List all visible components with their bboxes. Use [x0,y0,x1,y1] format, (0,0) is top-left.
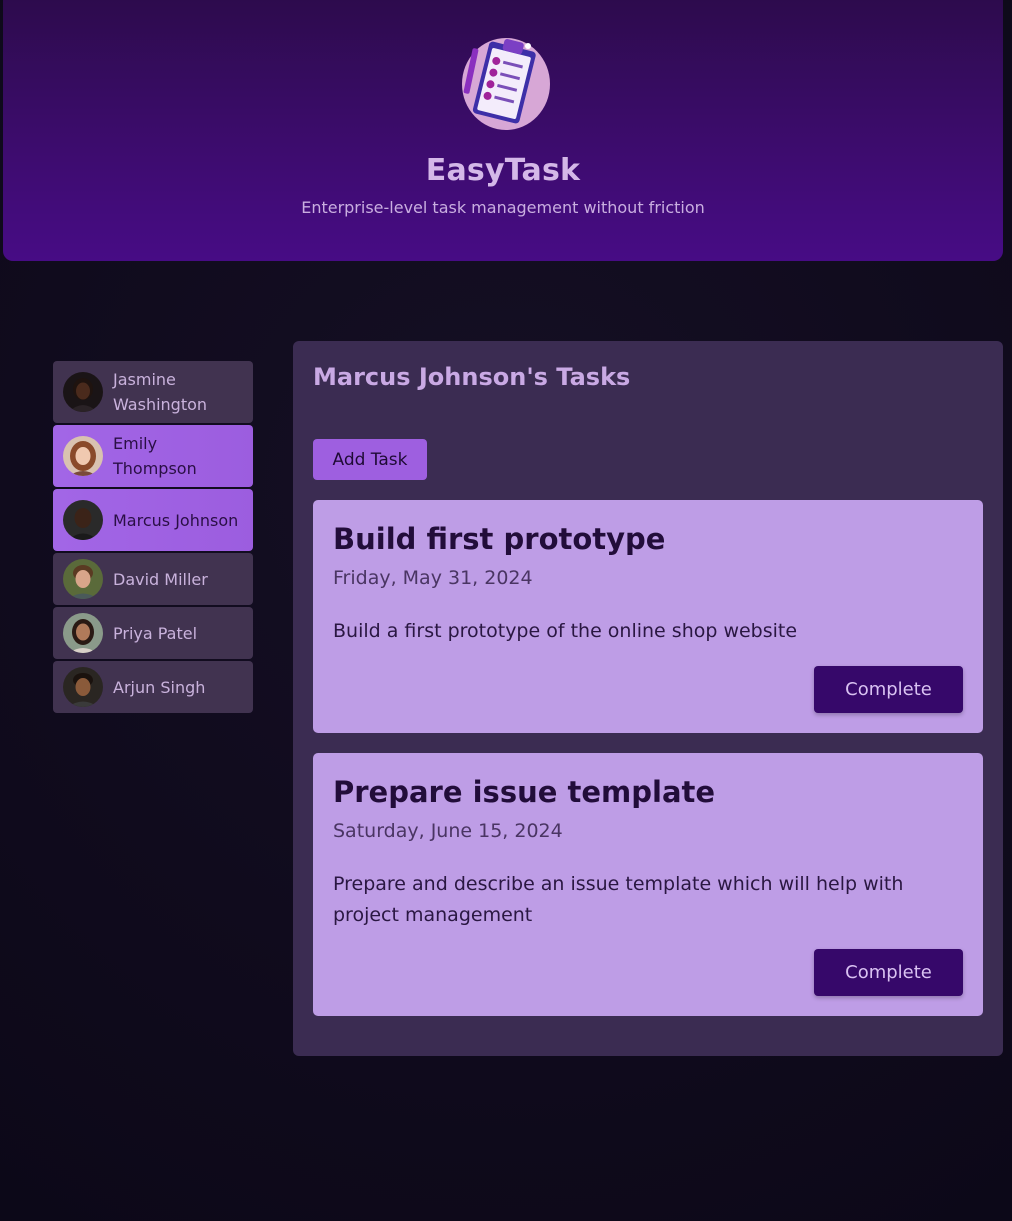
user-item-arjun-singh[interactable]: Arjun Singh [53,661,253,713]
task-card: Prepare issue template Saturday, June 15… [313,753,983,1016]
task-description: Prepare and describe an issue template w… [333,873,904,926]
task-card: Build first prototype Friday, May 31, 20… [313,500,983,733]
user-name: Marcus Johnson [113,510,239,530]
complete-button[interactable]: Complete [814,666,963,713]
tasks-title: Marcus Johnson's Tasks [313,363,631,391]
avatar [63,500,103,540]
user-item-david-miller[interactable]: David Miller [53,553,253,605]
user-list: Jasmine Washington Emily Thompson Marcus… [53,361,253,715]
task-date: Friday, May 31, 2024 [333,567,533,589]
task-title: Prepare issue template [333,775,716,809]
add-task-button[interactable]: Add Task [313,439,427,480]
user-name: Arjun Singh [113,677,206,697]
user-item-marcus-johnson[interactable]: Marcus Johnson [53,489,253,551]
app-subtitle: Enterprise-level task management without… [301,198,705,217]
user-item-jasmine-washington[interactable]: Jasmine Washington [53,361,253,423]
user-name: David Miller [113,569,208,589]
app-header: EasyTask Enterprise-level task managemen… [3,0,1003,261]
clipboard-task-list-icon [456,34,552,130]
user-name: Jasmine Washington [113,370,208,414]
avatar [63,372,103,412]
avatar [63,436,103,476]
user-name: Priya Patel [113,623,198,643]
task-description: Build a first prototype of the online sh… [333,620,798,642]
tasks-panel: Marcus Johnson's Tasks Add Task Build fi… [293,341,1003,1056]
user-name: Emily Thompson [113,434,197,478]
user-item-priya-patel[interactable]: Priya Patel [53,607,253,659]
user-item-emily-thompson[interactable]: Emily Thompson [53,425,253,487]
task-title: Build first prototype [333,522,666,556]
avatar [63,613,103,653]
complete-button[interactable]: Complete [814,949,963,996]
app-title: EasyTask [425,153,581,188]
avatar [63,559,103,599]
task-date: Saturday, June 15, 2024 [333,820,563,842]
avatar [63,667,103,707]
